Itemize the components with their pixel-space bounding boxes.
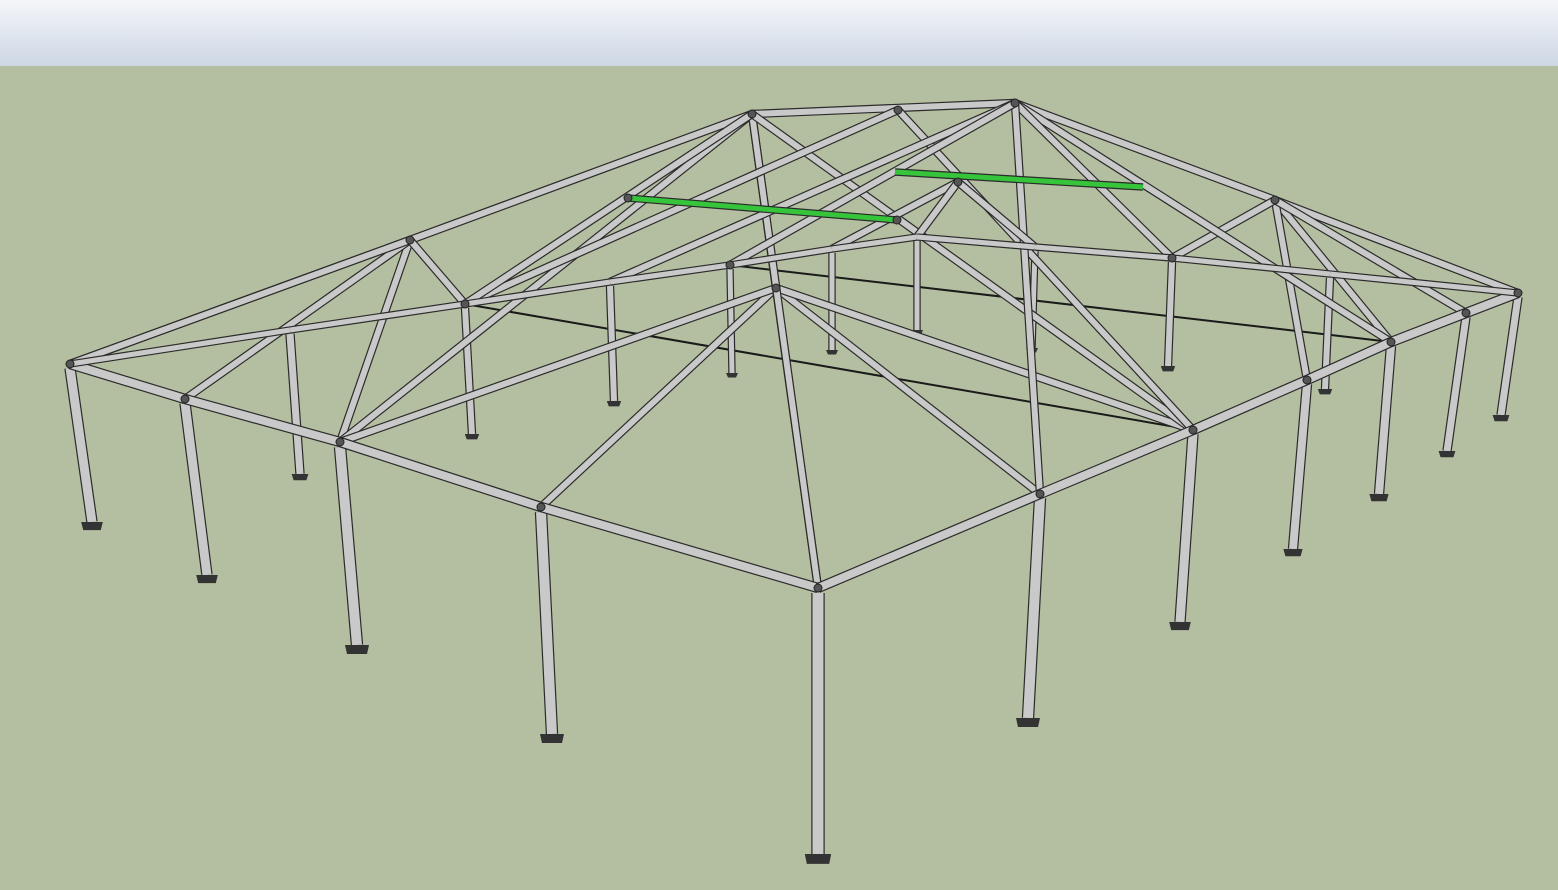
tent-leg	[285, 333, 305, 475]
hip-rafter	[408, 110, 754, 244]
leg-base-plate	[196, 575, 218, 584]
eave-rail	[815, 489, 1043, 593]
rafter	[337, 110, 755, 446]
frame-joint	[953, 177, 963, 187]
eave-rail	[1037, 425, 1196, 499]
tent-leg	[1174, 433, 1199, 623]
leg-base-plate	[1016, 718, 1040, 727]
frame-joint	[1010, 98, 1020, 108]
frame-joint	[1302, 375, 1312, 385]
rafter	[1272, 196, 1469, 317]
leg-base-plate	[1283, 549, 1303, 557]
eave-rail-rear	[1171, 254, 1331, 278]
rafter	[68, 236, 412, 368]
leg-base-plate	[291, 474, 309, 481]
frame-joint	[725, 260, 735, 270]
leg-base-plate	[804, 854, 832, 864]
tent-leg	[1163, 261, 1177, 367]
frame-joint	[536, 502, 546, 512]
rafter	[406, 237, 469, 307]
frame-joint	[1167, 253, 1177, 263]
tent-leg	[534, 511, 559, 735]
frame-joint	[65, 359, 75, 369]
eave-rail	[539, 502, 820, 593]
eave-rail	[338, 437, 543, 512]
leg-base-plate	[81, 522, 103, 531]
eave-rail	[68, 359, 187, 404]
leg-base-plate	[464, 434, 480, 440]
eave-rail	[183, 393, 342, 448]
leg-base-plate	[1169, 622, 1191, 631]
frame-joint	[771, 283, 781, 293]
eave-rail-rear	[1034, 243, 1173, 262]
tent-leg	[1496, 296, 1523, 416]
frame-joint	[1513, 288, 1523, 298]
frame-joint	[1270, 195, 1280, 205]
leg-base-plate	[1317, 389, 1333, 395]
frame-joint	[460, 299, 470, 309]
frame-joint	[1386, 337, 1396, 347]
tent-leg	[179, 402, 213, 576]
tent-leg	[64, 367, 98, 523]
frame-joint	[813, 583, 823, 593]
frame-joint	[180, 394, 190, 404]
frame-joint	[893, 105, 903, 115]
leg-base-plate	[540, 734, 564, 743]
tent-leg	[726, 268, 736, 374]
rafter	[773, 284, 1043, 498]
frame-joint	[335, 437, 345, 447]
rafter	[462, 110, 755, 308]
tent-leg	[1373, 345, 1397, 495]
tent-frame-model[interactable]	[0, 0, 1558, 890]
rafter	[749, 110, 1196, 434]
tent-leg	[333, 446, 364, 646]
leg-base-plate	[345, 645, 369, 654]
tent-leg	[460, 307, 477, 435]
rafter	[747, 113, 823, 589]
frame-joint	[405, 235, 415, 245]
tent-leg	[1287, 383, 1313, 550]
leg-base-plate	[606, 401, 622, 407]
leg-base-plate	[726, 373, 738, 378]
leg-base-plate	[1438, 451, 1456, 458]
leg-base-plate	[1492, 415, 1510, 422]
frame-joint	[1035, 489, 1045, 499]
leg-base-plate	[1369, 494, 1389, 502]
eave-rail	[1464, 288, 1520, 318]
eave-rail	[1190, 375, 1310, 435]
tent-leg	[1442, 316, 1471, 452]
frame-joint	[1461, 308, 1471, 318]
rafter	[538, 284, 779, 511]
3d-viewport[interactable]	[0, 0, 1558, 890]
tent-leg	[1021, 497, 1047, 719]
eave-rail	[1389, 308, 1468, 347]
eave-rail	[1304, 337, 1394, 385]
frame-joint	[892, 215, 902, 225]
frame-joint	[1188, 425, 1198, 435]
frame-joint	[623, 193, 633, 203]
frame-joint	[747, 109, 757, 119]
leg-base-plate	[1160, 366, 1176, 372]
leg-base-plate	[826, 350, 838, 355]
